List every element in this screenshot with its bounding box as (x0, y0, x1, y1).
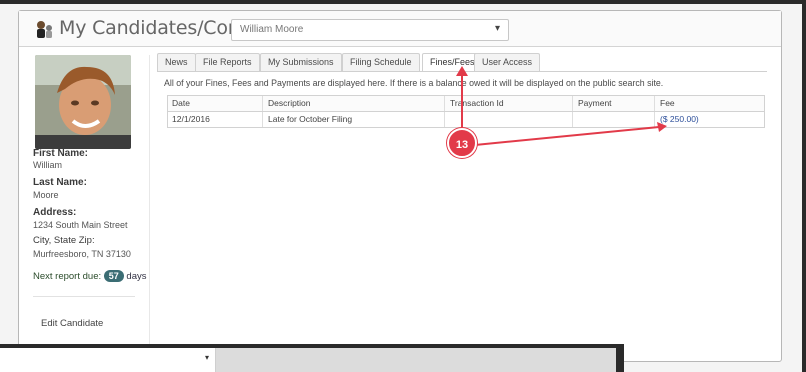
table-row: 12/1/2016 Late for October Filing ($ 250… (168, 112, 764, 127)
annotation-line-vertical (461, 73, 463, 129)
sidebar-separator (149, 55, 150, 355)
fines-info-text: All of your Fines, Fees and Payments are… (164, 78, 664, 88)
city-label: City, State Zip: (33, 235, 95, 246)
next-report-label: Next report due: (33, 271, 102, 282)
fines-table: Date Description Transaction Id Payment … (167, 95, 765, 128)
annotation-arrow-up-icon (456, 66, 468, 76)
candidate-select[interactable]: William Moore ▾ (231, 19, 509, 41)
frame-edge-top (0, 0, 806, 4)
page-header: My Candidates/Committees William Moore ▾ (19, 11, 781, 47)
frame-edge-right (802, 0, 806, 372)
chevron-down-icon: ▾ (204, 353, 209, 362)
column-header-fee: Fee (660, 98, 675, 108)
overlay-panel (216, 348, 616, 372)
days-badge: 57 (103, 270, 124, 282)
first-name-label: First Name: (33, 148, 89, 159)
address-label: Address: (33, 207, 77, 218)
row-description: Late for October Filing (268, 114, 353, 124)
column-header-payment: Payment (578, 98, 612, 108)
overlay-window: ▾ (0, 344, 624, 372)
annotation-line-diagonal (474, 122, 667, 146)
annotation-marker: 13 (447, 128, 477, 158)
address-value: 1234 South Main Street (33, 220, 128, 230)
table-header: Date Description Transaction Id Payment … (168, 96, 764, 112)
tab-user-access[interactable]: User Access (474, 53, 541, 71)
column-divider (444, 112, 445, 127)
last-name-value: Moore (33, 190, 59, 200)
column-divider (572, 96, 573, 111)
column-divider (262, 96, 263, 111)
last-name-label: Last Name: (33, 177, 87, 188)
first-name-value: William (33, 160, 62, 170)
tab-my-submissions[interactable]: My Submissions (260, 53, 342, 71)
avatar (35, 55, 131, 149)
column-header-date: Date (172, 98, 190, 108)
column-header-description: Description (268, 98, 311, 108)
candidate-icon (37, 21, 52, 38)
chevron-down-icon: ▾ (494, 23, 500, 34)
next-report-due: Next report due: 57 days (33, 270, 147, 282)
overlay-content: ▾ (0, 348, 616, 372)
edit-candidate-link[interactable]: Edit Candidate (41, 318, 103, 329)
column-divider (654, 96, 655, 111)
column-header-transaction-id: Transaction Id (450, 98, 504, 108)
tab-filing-schedule[interactable]: Filing Schedule (342, 53, 420, 71)
days-suffix: days (126, 271, 147, 282)
main-panel: My Candidates/Committees William Moore ▾… (18, 10, 782, 362)
tab-news[interactable]: News (157, 53, 196, 71)
candidate-select-value: William Moore (240, 24, 304, 35)
city-value: Murfreesboro, TN 37130 (33, 249, 131, 259)
column-divider (262, 112, 263, 127)
row-date: 12/1/2016 (172, 114, 210, 124)
column-divider (444, 96, 445, 111)
overlay-select[interactable]: ▾ (0, 348, 216, 372)
sidebar-divider (33, 296, 135, 297)
tab-file-reports[interactable]: File Reports (195, 53, 260, 71)
